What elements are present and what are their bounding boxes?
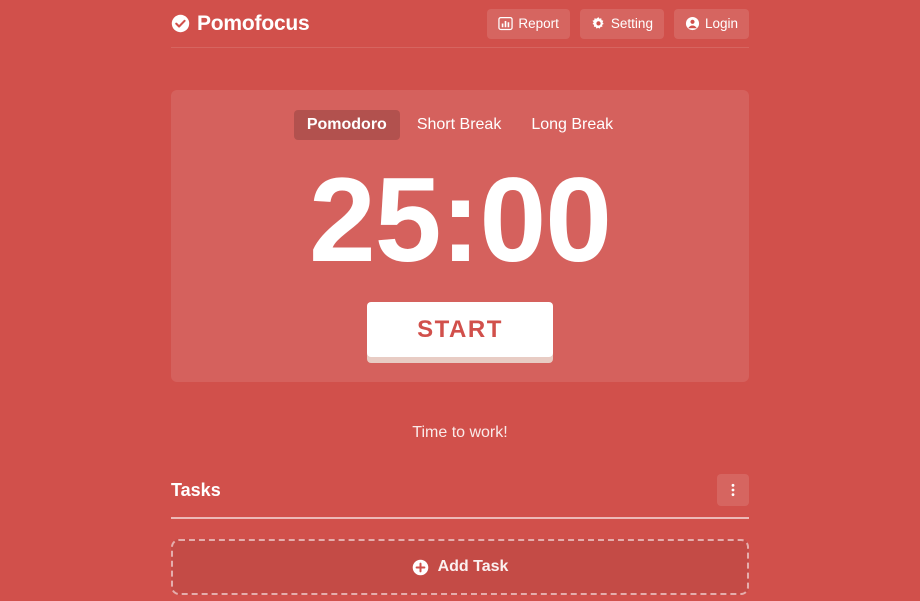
chart-bar-icon (498, 16, 514, 31)
header-actions: Report Setting Login (487, 8, 749, 39)
tasks-menu-button[interactable] (717, 474, 749, 506)
tab-short-break[interactable]: Short Break (404, 110, 514, 140)
start-button-wrap: START (171, 302, 749, 357)
login-button-label: Login (704, 15, 738, 31)
start-button[interactable]: START (367, 302, 553, 357)
check-circle-icon (171, 14, 190, 33)
brand-logo[interactable]: Pomofocus (171, 12, 310, 36)
app-header: Pomofocus Report Setting Login (171, 0, 749, 48)
timer-card: Pomodoro Short Break Long Break 25:00 ST… (171, 90, 749, 382)
start-button-label: START (417, 315, 503, 343)
report-button-label: Report (518, 15, 559, 31)
tab-long-break-label: Long Break (531, 116, 614, 133)
timer-mode-tabs: Pomodoro Short Break Long Break (171, 110, 749, 140)
brand-name: Pomofocus (197, 11, 310, 35)
plus-circle-icon (412, 559, 428, 575)
tasks-header: Tasks (171, 474, 749, 519)
login-button[interactable]: Login (673, 8, 749, 39)
tab-long-break[interactable]: Long Break (518, 110, 626, 140)
add-task-label: Add Task (437, 558, 509, 575)
ellipsis-vertical-icon (731, 483, 735, 497)
gear-icon (592, 17, 604, 29)
setting-button-label: Setting (610, 15, 653, 31)
tab-pomodoro[interactable]: Pomodoro (293, 110, 400, 140)
report-button[interactable]: Report (487, 8, 570, 39)
add-task-button[interactable]: Add Task (171, 539, 749, 595)
tasks-title: Tasks (171, 479, 221, 500)
setting-button[interactable]: Setting (579, 8, 664, 39)
tab-pomodoro-label: Pomodoro (306, 116, 387, 133)
timer-display: 25:00 (309, 153, 612, 287)
status-message: Time to work! (412, 424, 508, 441)
user-circle-icon (685, 16, 700, 31)
page-container: Pomofocus Report Setting Login Pomodoro … (171, 0, 749, 595)
tab-short-break-label: Short Break (416, 116, 502, 133)
